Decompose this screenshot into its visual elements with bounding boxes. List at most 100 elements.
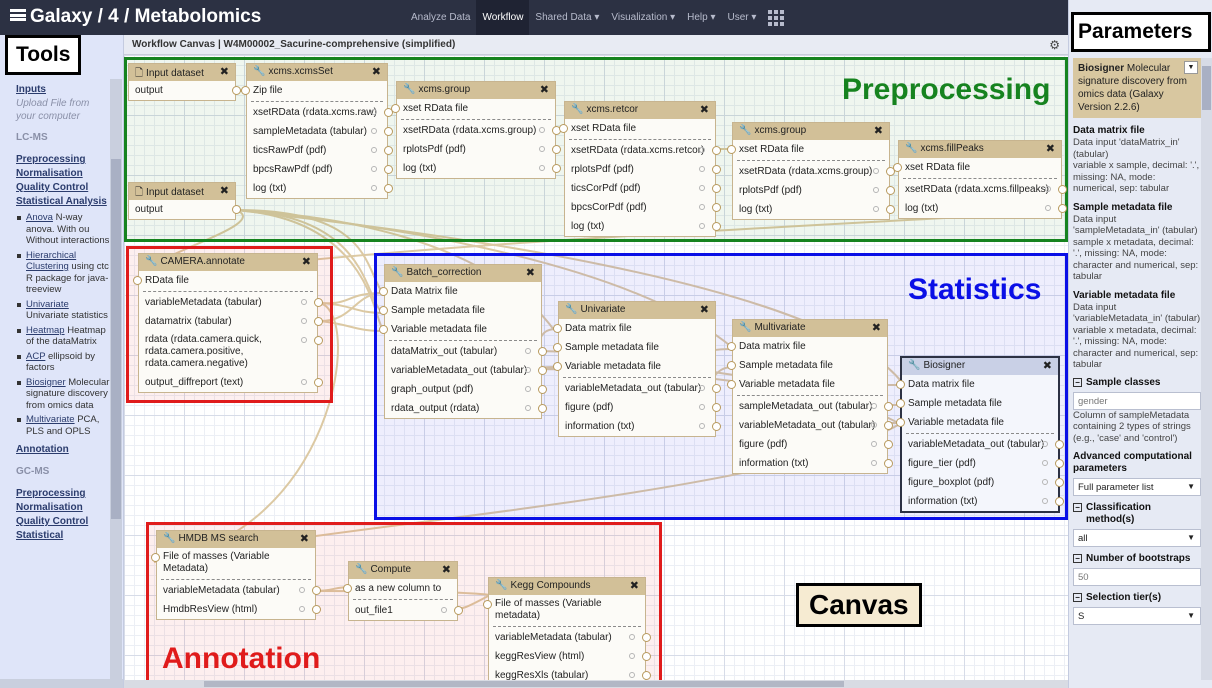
nav-shared-data[interactable]: Shared Data ▾	[529, 0, 605, 35]
tool-item-hierarchical-clustering[interactable]: Hierarchical Clustering using ctc R pack…	[16, 250, 110, 296]
node-header[interactable]: 🔧 xcms.group ✖	[733, 123, 889, 140]
close-icon[interactable]: ✖	[700, 303, 709, 316]
close-icon[interactable]: ✖	[526, 266, 535, 279]
canvas-scroll-thumb[interactable]	[204, 681, 844, 687]
tool-section-statistical-analysis[interactable]: Statistical Analysis	[16, 195, 110, 209]
close-icon[interactable]: ✖	[220, 65, 229, 78]
node-header[interactable]: 🔧 HMDB MS search ✖	[157, 531, 315, 548]
output-terminal[interactable]: variableMetadata_out (tabular)	[385, 361, 547, 380]
close-icon[interactable]: ✖	[874, 124, 883, 137]
close-icon[interactable]: ✖	[1043, 359, 1052, 372]
gear-icon[interactable]: ⚙	[1049, 38, 1060, 52]
output-checkbox[interactable]	[1042, 441, 1048, 447]
output-checkbox[interactable]	[371, 166, 377, 172]
output-checkbox[interactable]	[629, 672, 635, 678]
parameters-scrollbar[interactable]	[1201, 58, 1212, 680]
output-checkbox[interactable]	[441, 607, 447, 613]
node-batch-correction[interactable]: 🔧 Batch_correction ✖ Data Matrix file Samp…	[379, 264, 547, 419]
input-terminal[interactable]: Sample metadata file	[727, 356, 887, 375]
output-terminal[interactable]: graph_output (pdf)	[385, 380, 547, 399]
output-checkbox[interactable]	[699, 147, 705, 153]
input-terminal[interactable]: Data matrix file	[727, 337, 887, 356]
output-checkbox[interactable]	[873, 168, 879, 174]
input-terminal[interactable]: Data matrix file	[553, 319, 715, 338]
output-terminal[interactable]: xsetRData (rdata.xcms.raw)	[247, 103, 393, 122]
output-checkbox[interactable]	[371, 128, 377, 134]
tool-link-anova[interactable]: Anova	[26, 212, 53, 223]
output-terminal[interactable]: log (txt)	[899, 199, 1067, 218]
output-checkbox[interactable]	[1042, 498, 1048, 504]
node-xcms-group-2[interactable]: 🔧 xcms.group ✖ xset RData file xsetRData (…	[727, 122, 895, 220]
input-terminal[interactable]: Zip file	[241, 81, 387, 100]
output-terminal[interactable]: log (txt)	[247, 179, 393, 198]
close-icon[interactable]: ✖	[540, 83, 549, 96]
close-icon[interactable]: ✖	[442, 563, 451, 576]
node-header[interactable]: 🔧 Kegg Compounds ✖	[489, 578, 645, 595]
tool-section-quality-control[interactable]: Quality Control	[16, 181, 110, 195]
advanced-parameters-select[interactable]: Full parameter list ▼	[1073, 478, 1201, 496]
tool-section-preprocessing[interactable]: Preprocessing	[16, 153, 110, 167]
output-terminal[interactable]: figure_boxplot (pdf)	[902, 473, 1064, 492]
output-terminal[interactable]: log (txt)	[565, 217, 721, 236]
input-terminal[interactable]: xset RData file	[391, 99, 555, 118]
input-terminal[interactable]: Data Matrix file	[379, 282, 541, 301]
input-terminal[interactable]: Sample metadata file	[553, 338, 715, 357]
tool-section-annotation[interactable]: Annotation	[16, 443, 110, 457]
parameters-scroll-thumb[interactable]	[1202, 66, 1211, 110]
output-terminal[interactable]: rplotsPdf (pdf)	[397, 140, 561, 159]
output-checkbox[interactable]	[539, 127, 545, 133]
output-terminal[interactable]: output	[129, 200, 241, 219]
output-terminal[interactable]: sampleMetadata (tabular)	[247, 122, 393, 141]
workflow-canvas[interactable]: Preprocessing Statistics Annotation Canv…	[124, 55, 1068, 688]
output-checkbox[interactable]	[699, 204, 705, 210]
nav-visualization[interactable]: Visualization ▾	[605, 0, 681, 35]
node-header[interactable]: 🔧 Multivariate ✖	[733, 320, 887, 337]
close-icon[interactable]: ✖	[1046, 142, 1055, 155]
output-terminal[interactable]: rplotsPdf (pdf)	[733, 181, 895, 200]
input-terminal[interactable]: Data matrix file	[896, 375, 1058, 394]
input-terminal[interactable]: Sample metadata file	[379, 301, 541, 320]
output-terminal[interactable]: rdata_output (rdata)	[385, 399, 547, 418]
upload-tool[interactable]: Upload File from your computer	[16, 97, 110, 123]
input-terminal[interactable]: Variable metadata file	[896, 413, 1058, 432]
output-terminal[interactable]: output_diffreport (text)	[139, 373, 323, 392]
tool-section-normalisation[interactable]: Normalisation	[16, 167, 110, 181]
output-terminal[interactable]: ticsRawPdf (pdf)	[247, 141, 393, 160]
tools-horizontal-scrollbar[interactable]	[0, 679, 123, 688]
output-terminal[interactable]: variableMetadata (tabular)	[489, 628, 651, 647]
tool-link-heatmap[interactable]: Heatmap	[26, 325, 65, 336]
node-univariate[interactable]: 🔧 Univariate ✖ Data matrix file Sample met…	[553, 301, 721, 437]
output-terminal[interactable]: figure (pdf)	[733, 435, 893, 454]
output-checkbox[interactable]	[871, 441, 877, 447]
output-terminal[interactable]: sampleMetadata_out (tabular)	[733, 397, 893, 416]
node-header[interactable]: 🗋 Input dataset ✖	[129, 64, 235, 81]
node-header[interactable]: 🔧 Batch_correction ✖	[385, 265, 541, 282]
nav-analyze-data[interactable]: Analyze Data	[405, 0, 476, 35]
classification-section[interactable]: − Classification method(s)	[1073, 502, 1201, 526]
output-checkbox[interactable]	[539, 165, 545, 171]
tool-link-hierarchical-clustering[interactable]: Hierarchical Clustering	[26, 250, 76, 273]
input-terminal[interactable]: Sample metadata file	[896, 394, 1058, 413]
sample-classes-section[interactable]: − Sample classes	[1073, 377, 1201, 389]
bootstraps-section[interactable]: − Number of bootstraps	[1073, 553, 1201, 565]
output-checkbox[interactable]	[525, 367, 531, 373]
output-checkbox[interactable]	[539, 146, 545, 152]
tool-section-quality-control-gcms[interactable]: Quality Control	[16, 515, 110, 529]
tool-section-normalisation-gcms[interactable]: Normalisation	[16, 501, 110, 515]
brand-title[interactable]: Galaxy / 4 / Metabolomics	[30, 6, 261, 27]
collapse-icon[interactable]: −	[1073, 503, 1082, 512]
output-terminal[interactable]: xsetRData (rdata.xcms.retcor)	[565, 141, 721, 160]
output-terminal[interactable]: rplotsPdf (pdf)	[565, 160, 721, 179]
node-kegg-compounds[interactable]: 🔧 Kegg Compounds ✖ File of masses (Variabl…	[483, 577, 651, 686]
output-terminal[interactable]: log (txt)	[397, 159, 561, 178]
output-checkbox[interactable]	[301, 299, 307, 305]
node-header[interactable]: 🔧 Univariate ✖	[559, 302, 715, 319]
output-terminal[interactable]: datamatrix (tabular)	[139, 312, 323, 331]
apps-grid-icon[interactable]	[768, 9, 785, 26]
output-terminal[interactable]: variableMetadata (tabular)	[139, 293, 323, 312]
node-header[interactable]: 🔧 xcms.xcmsSet ✖	[247, 64, 387, 81]
node-biosigner[interactable]: 🔧 Biosigner ✖ Data matrix file Sample meta…	[896, 356, 1064, 513]
tool-item-acp[interactable]: ACP ellipsoid by factors	[16, 351, 110, 374]
input-terminal[interactable]: as a new column to	[343, 579, 457, 598]
output-terminal[interactable]: information (txt)	[733, 454, 893, 473]
